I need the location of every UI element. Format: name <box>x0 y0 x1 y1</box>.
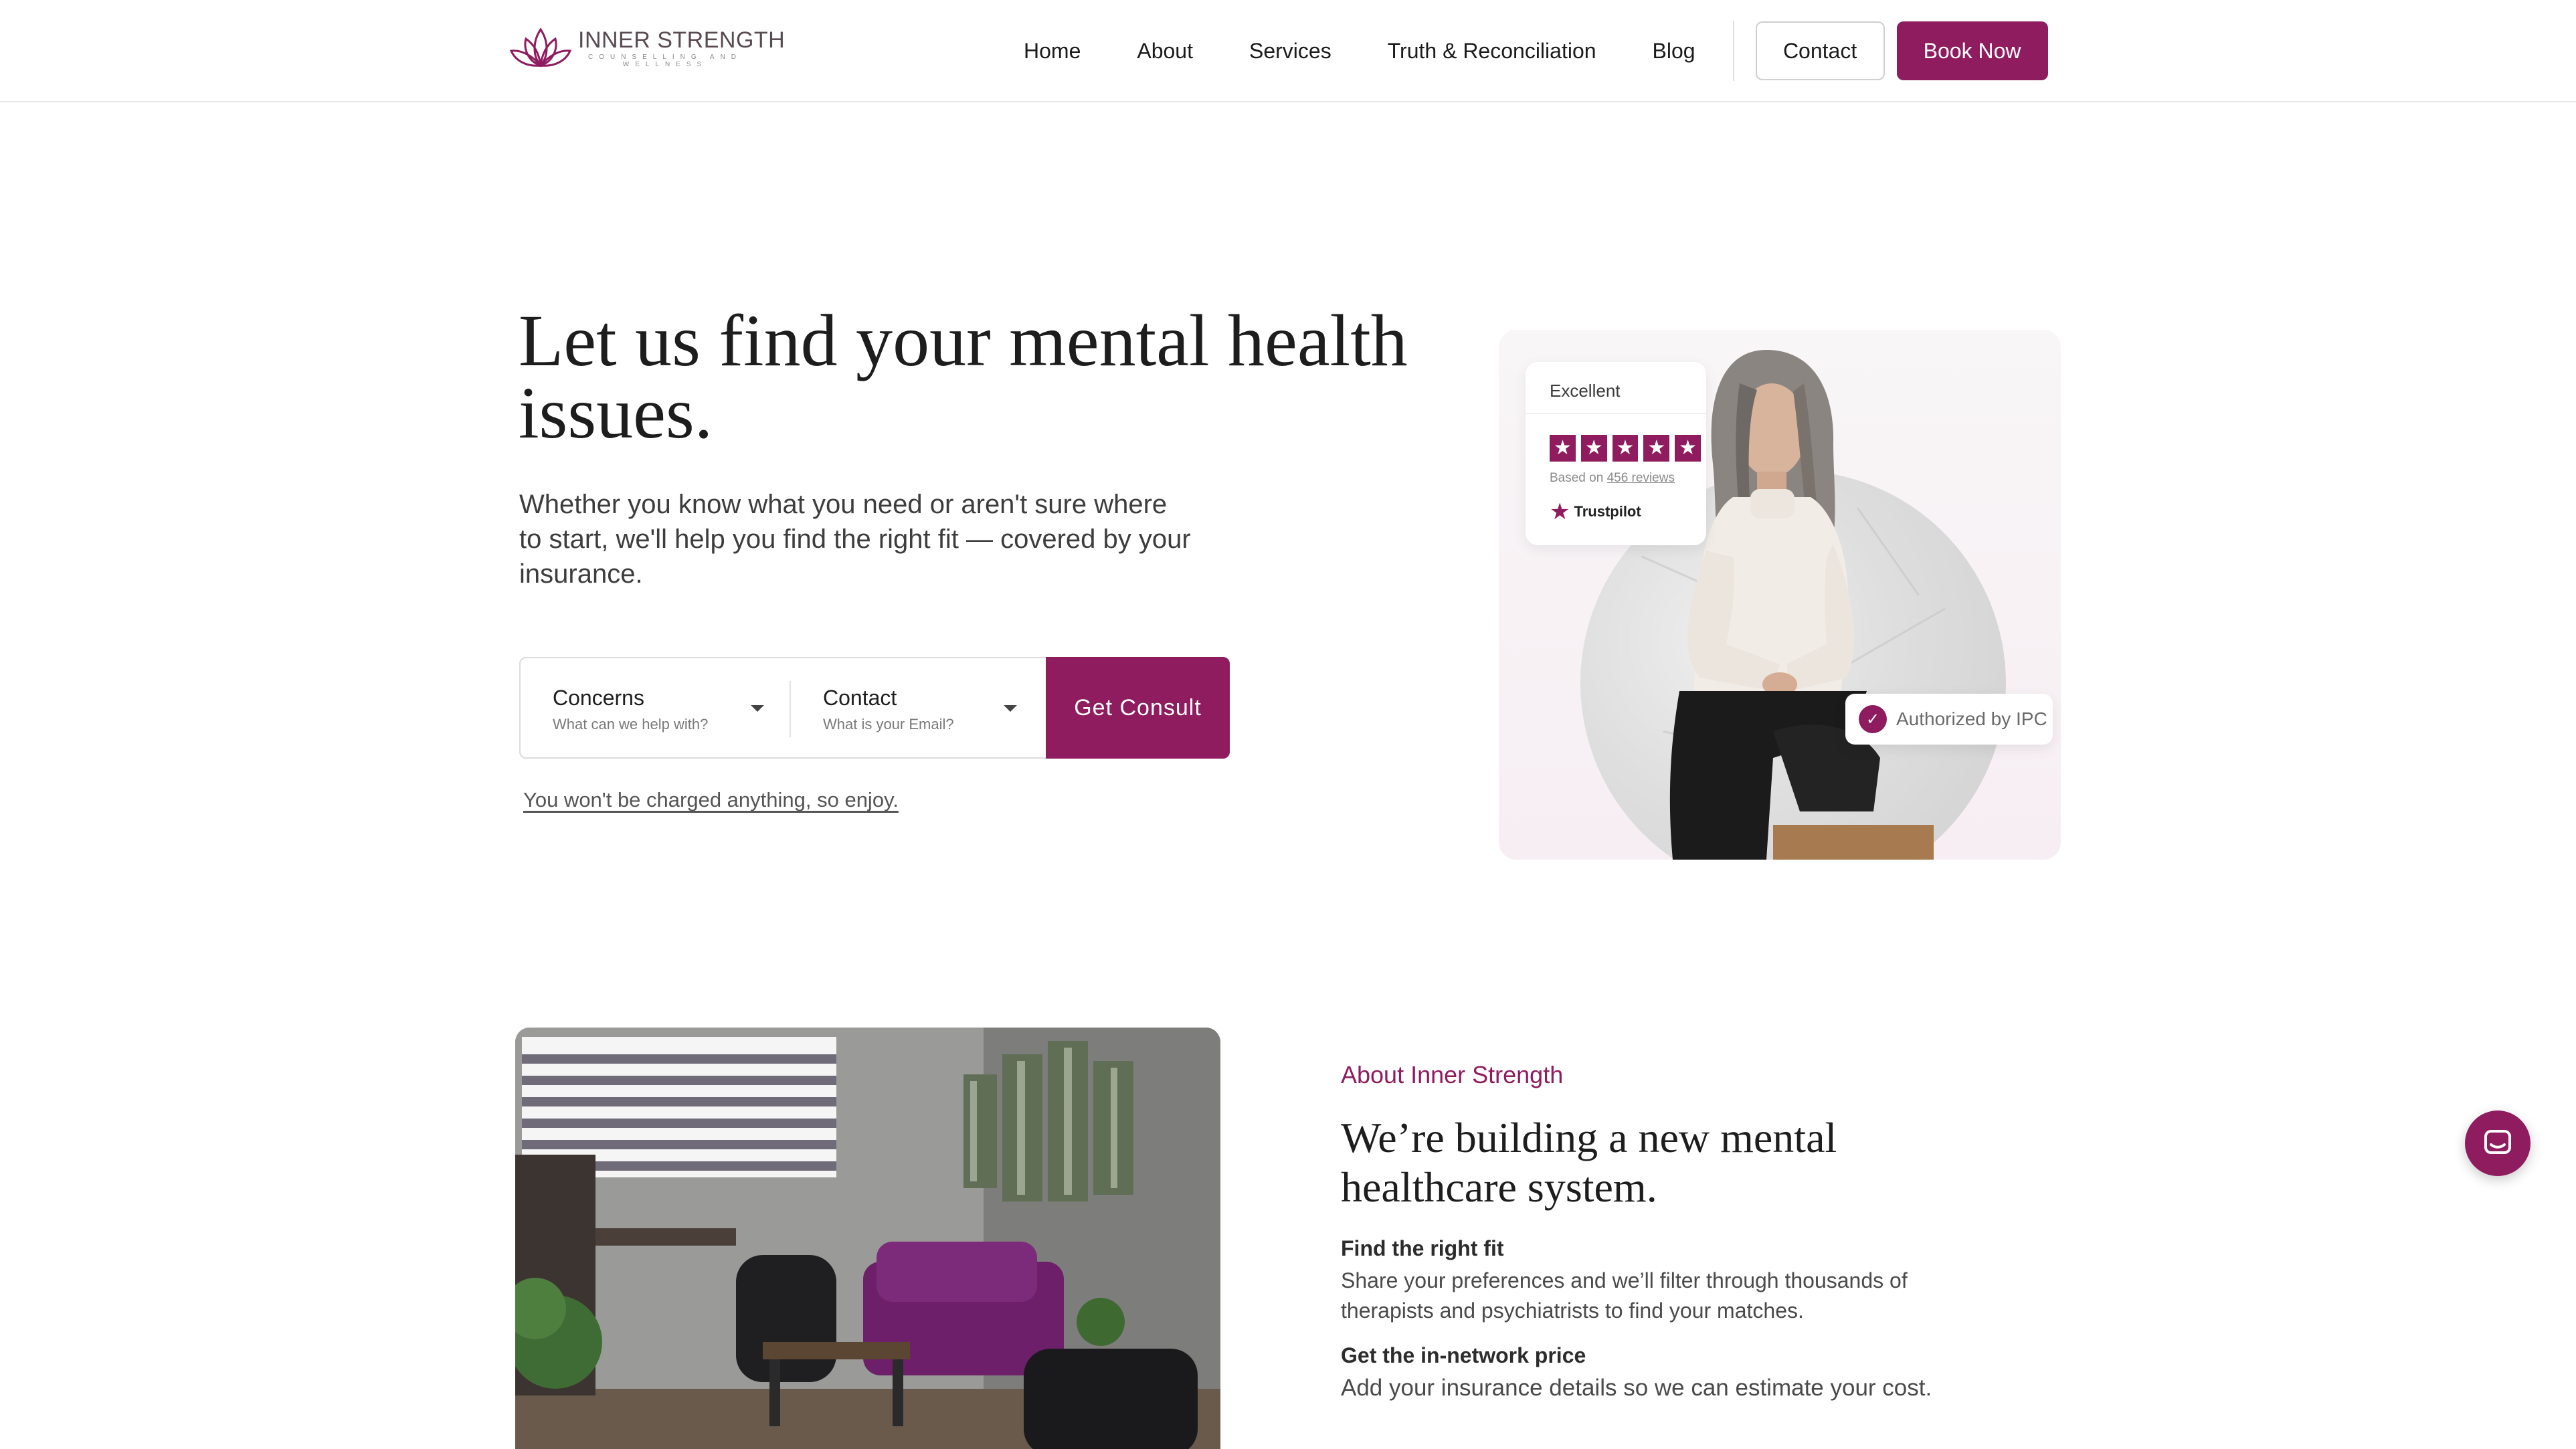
concerns-hint: What can we help with? <box>553 716 709 733</box>
based-on-text: Based on <box>1550 471 1607 485</box>
nav-services[interactable]: Services <box>1249 39 1331 64</box>
trustpilot-brand: ★ Trustpilot <box>1550 500 1706 523</box>
rating-card[interactable]: Excellent ★ ★ ★ ★ ★ Based on 456 reviews… <box>1526 362 1706 545</box>
office-room-illustration <box>515 1028 1220 1449</box>
about-title: We’re building a new mental healthcare s… <box>1341 1114 1837 1211</box>
star-icon: ★ <box>1580 435 1607 462</box>
feature-description: Add your insurance details so we can est… <box>1341 1375 1932 1401</box>
star-icon: ★ <box>1550 435 1576 462</box>
get-consult-button[interactable]: Get Consult <box>1046 657 1230 759</box>
feature-title: Get the in-network price <box>1341 1343 1586 1367</box>
star-icon: ★ <box>1675 435 1701 462</box>
main-nav: Home About Services Truth & Reconciliati… <box>1024 21 2048 81</box>
star-icon: ★ <box>1612 435 1639 462</box>
nav-truth-reconciliation[interactable]: Truth & Reconciliation <box>1388 39 1596 64</box>
hero-title: Let us find your mental health issues. <box>519 300 1408 454</box>
rating-divider <box>1526 413 1706 414</box>
rating-label: Excellent <box>1550 381 1621 401</box>
site-logo[interactable]: INNER STRENGTH COUNSELLING AND WELLNESS <box>509 23 785 74</box>
chat-icon <box>2484 1130 2511 1154</box>
logo-tagline: COUNSELLING AND WELLNESS <box>587 53 743 68</box>
nav-blog[interactable]: Blog <box>1653 39 1695 64</box>
rating-count: Based on 456 reviews <box>1550 471 1706 486</box>
concerns-select[interactable]: Concerns What can we help with? <box>521 658 790 757</box>
site-header: INNER STRENGTH COUNSELLING AND WELLNESS … <box>0 0 2576 102</box>
lotus-icon <box>509 27 572 68</box>
contact-button[interactable]: Contact <box>1755 21 1885 80</box>
trustpilot-label: Trustpilot <box>1574 503 1641 520</box>
chevron-down-icon[interactable] <box>1004 705 1017 712</box>
chat-launcher-button[interactable] <box>2465 1110 2531 1176</box>
nav-divider <box>1732 21 1734 81</box>
ipc-badge: ✓ Authorized by IPC <box>1845 694 2053 745</box>
trustpilot-star-icon: ★ <box>1550 499 1570 524</box>
feature-title: Find the right fit <box>1341 1236 1504 1260</box>
consult-form: Concerns What can we help with? Contact … <box>519 657 1230 759</box>
star-icon: ★ <box>1643 435 1670 462</box>
logo-title: INNER STRENGTH <box>578 27 786 53</box>
rating-stars: ★ ★ ★ ★ ★ <box>1550 435 1706 462</box>
book-now-button[interactable]: Book Now <box>1896 21 2048 80</box>
chevron-down-icon[interactable] <box>751 705 764 712</box>
nav-home[interactable]: Home <box>1024 39 1081 64</box>
reviews-link[interactable]: 456 reviews <box>1607 471 1675 485</box>
nav-about[interactable]: About <box>1137 39 1193 64</box>
ipc-badge-text: Authorized by IPC <box>1896 708 2047 729</box>
office-photo <box>515 1028 1220 1449</box>
check-icon: ✓ <box>1859 705 1887 733</box>
hero-description: Whether you know what you need or aren't… <box>519 490 1191 589</box>
about-kicker: About Inner Strength <box>1341 1061 1564 1088</box>
contact-hint: What is your Email? <box>823 716 954 733</box>
feature-description: Share your preferences and we’ll filter … <box>1341 1268 1908 1323</box>
fine-print-link[interactable]: You won't be charged anything, so enjoy. <box>523 788 899 812</box>
